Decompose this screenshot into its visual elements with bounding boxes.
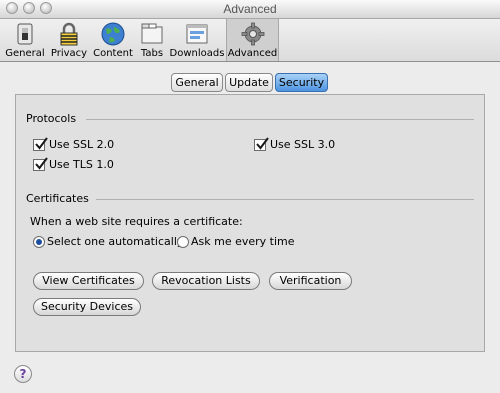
ssl2-label: Use SSL 2.0 xyxy=(49,138,115,151)
padlock-icon xyxy=(60,22,78,46)
verification-button[interactable]: Verification xyxy=(269,272,352,290)
help-button[interactable]: ? xyxy=(14,365,32,383)
toolbar-privacy[interactable]: Privacy xyxy=(48,19,90,61)
tab-general[interactable]: General xyxy=(171,73,223,92)
preferences-window: Advanced General Privacy Content Tabs Do… xyxy=(0,0,500,393)
checkmark-icon xyxy=(256,137,269,150)
ssl3-checkbox[interactable] xyxy=(254,137,269,151)
tab-security[interactable]: Security xyxy=(275,73,328,92)
tls1-checkbox[interactable] xyxy=(33,157,48,171)
toolbar-tabs-label: Tabs xyxy=(140,48,164,59)
toolbar-tabs[interactable]: Tabs xyxy=(136,19,168,61)
ask-every-time-radio[interactable] xyxy=(177,236,189,248)
certificates-heading: Certificates xyxy=(26,192,89,205)
certificate-prompt: When a web site requires a certificate: xyxy=(30,215,243,228)
select-automatically-label: Select one automatically xyxy=(47,235,184,248)
ssl2-checkbox[interactable] xyxy=(33,137,48,151)
view-certificates-button[interactable]: View Certificates xyxy=(33,272,144,290)
checkmark-icon xyxy=(35,137,48,150)
window-title: Advanced xyxy=(223,2,277,16)
tab-update[interactable]: Update xyxy=(225,73,273,92)
toolbar-downloads-label: Downloads xyxy=(169,48,225,59)
revocation-lists-button[interactable]: Revocation Lists xyxy=(152,272,260,290)
tls1-label: Use TLS 1.0 xyxy=(49,158,114,171)
security-devices-button[interactable]: Security Devices xyxy=(33,298,141,316)
toolbar-advanced-label: Advanced xyxy=(227,48,278,59)
security-panel: Protocols Use SSL 2.0 Use SSL 3.0 Use TL… xyxy=(15,94,485,352)
gear-icon xyxy=(241,22,264,46)
globe-icon xyxy=(101,22,125,46)
title-bar[interactable]: Advanced xyxy=(0,0,500,19)
toolbar-content-label: Content xyxy=(93,48,133,59)
toolbar-general-label: General xyxy=(5,48,45,59)
certificates-divider xyxy=(96,199,474,200)
protocols-heading: Protocols xyxy=(26,112,77,125)
switch-icon xyxy=(17,23,33,45)
downloads-window-icon xyxy=(186,24,208,44)
toolbar-advanced[interactable]: Advanced xyxy=(226,19,279,61)
toolbar-privacy-label: Privacy xyxy=(50,48,88,59)
toolbar-content[interactable]: Content xyxy=(91,19,135,61)
protocols-divider xyxy=(86,119,474,120)
ssl3-label: Use SSL 3.0 xyxy=(270,138,336,151)
ask-every-time-label: Ask me every time xyxy=(191,235,295,248)
select-automatically-radio[interactable] xyxy=(33,236,45,248)
checkmark-icon xyxy=(35,157,48,170)
preferences-toolbar: General Privacy Content Tabs Downloads A… xyxy=(0,19,500,62)
toolbar-general[interactable]: General xyxy=(2,19,48,61)
tabs-icon xyxy=(141,23,163,44)
toolbar-downloads[interactable]: Downloads xyxy=(169,19,225,61)
